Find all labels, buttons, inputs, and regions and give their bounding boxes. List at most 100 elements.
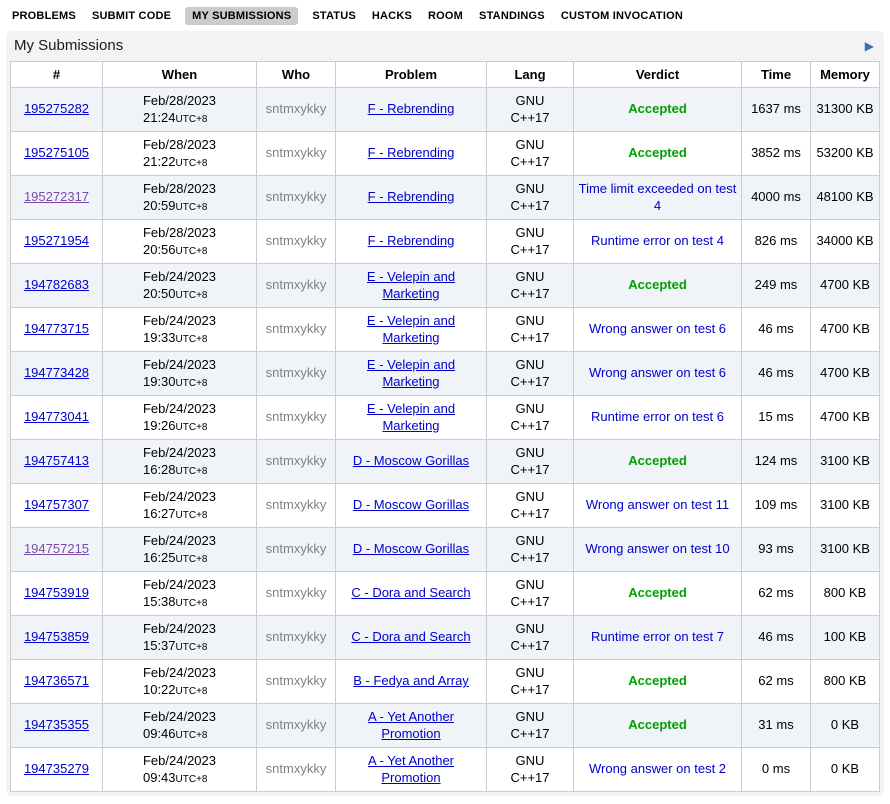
- submission-id-link[interactable]: 195275282: [24, 101, 89, 116]
- nav-item-hacks[interactable]: HACKS: [370, 7, 414, 25]
- id-cell: 194753859: [11, 616, 103, 660]
- when-cell: Feb/24/2023 15:38UTC+8: [103, 572, 257, 616]
- submission-id-link[interactable]: 194782683: [24, 277, 89, 292]
- timezone-label: UTC+8: [176, 158, 208, 169]
- lang-cell: GNU C++17: [487, 528, 574, 572]
- column-header-0: #: [11, 62, 103, 88]
- submission-id-link[interactable]: 195275105: [24, 145, 89, 160]
- problem-link[interactable]: B - Fedya and Array: [353, 673, 469, 688]
- timezone-label: UTC+8: [176, 422, 208, 433]
- user-link[interactable]: sntmxykky: [266, 277, 327, 292]
- column-header-5: Verdict: [574, 62, 742, 88]
- submission-id-link[interactable]: 194757413: [24, 453, 89, 468]
- id-cell: 194773041: [11, 396, 103, 440]
- problem-link[interactable]: E - Velepin and Marketing: [367, 313, 455, 345]
- problem-link[interactable]: A - Yet Another Promotion: [368, 753, 454, 785]
- verdict-cell: Wrong answer on test 2: [574, 748, 742, 792]
- submission-id-link[interactable]: 194753859: [24, 629, 89, 644]
- language-label: GNU C++17: [507, 357, 553, 391]
- language-label: GNU C++17: [507, 533, 553, 567]
- user-link[interactable]: sntmxykky: [266, 761, 327, 776]
- who-cell: sntmxykky: [257, 220, 336, 264]
- submission-id-link[interactable]: 194757307: [24, 497, 89, 512]
- exec-time-cell: 124 ms: [742, 440, 811, 484]
- problem-link[interactable]: F - Rebrending: [368, 101, 455, 116]
- user-link[interactable]: sntmxykky: [266, 629, 327, 644]
- verdict: Accepted: [628, 717, 687, 732]
- problem-link[interactable]: D - Moscow Gorillas: [353, 497, 469, 512]
- submission-date: Feb/24/2023: [143, 753, 216, 770]
- who-cell: sntmxykky: [257, 88, 336, 132]
- submission-id-link[interactable]: 194753919: [24, 585, 89, 600]
- user-link[interactable]: sntmxykky: [266, 409, 327, 424]
- submission-date: Feb/28/2023: [143, 93, 216, 110]
- problem-link[interactable]: A - Yet Another Promotion: [368, 709, 454, 741]
- nav-item-standings[interactable]: STANDINGS: [477, 7, 547, 25]
- memory-cell: 100 KB: [811, 616, 880, 660]
- exec-time-cell: 62 ms: [742, 572, 811, 616]
- submission-id-link[interactable]: 194735279: [24, 761, 89, 776]
- problem-link[interactable]: D - Moscow Gorillas: [353, 453, 469, 468]
- user-link[interactable]: sntmxykky: [266, 321, 327, 336]
- user-link[interactable]: sntmxykky: [266, 717, 327, 732]
- problem-link[interactable]: F - Rebrending: [368, 233, 455, 248]
- user-link[interactable]: sntmxykky: [266, 541, 327, 556]
- submission-id-link[interactable]: 195271954: [24, 233, 89, 248]
- lang-cell: GNU C++17: [487, 616, 574, 660]
- problem-cell: D - Moscow Gorillas: [336, 528, 487, 572]
- submission-time: 16:25: [143, 550, 176, 565]
- user-link[interactable]: sntmxykky: [266, 673, 327, 688]
- submission-id-link[interactable]: 194736571: [24, 673, 89, 688]
- user-link[interactable]: sntmxykky: [266, 233, 327, 248]
- exec-time-cell: 109 ms: [742, 484, 811, 528]
- problem-link[interactable]: C - Dora and Search: [351, 629, 470, 644]
- nav-item-custom-invocation[interactable]: CUSTOM INVOCATION: [559, 7, 685, 25]
- nav-item-my-submissions[interactable]: MY SUBMISSIONS: [185, 7, 298, 25]
- problem-link[interactable]: E - Velepin and Marketing: [367, 401, 455, 433]
- submission-id-link[interactable]: 194757215: [24, 541, 89, 556]
- user-link[interactable]: sntmxykky: [266, 365, 327, 380]
- submission-date: Feb/24/2023: [143, 313, 216, 330]
- user-link[interactable]: sntmxykky: [266, 497, 327, 512]
- timezone-label: UTC+8: [176, 554, 208, 565]
- user-link[interactable]: sntmxykky: [266, 145, 327, 160]
- page-title: My Submissions: [14, 37, 123, 54]
- user-link[interactable]: sntmxykky: [266, 585, 327, 600]
- table-row: 195275105 Feb/28/2023 21:22UTC+8 sntmxyk…: [11, 132, 880, 176]
- nav-item-submit-code[interactable]: SUBMIT CODE: [90, 7, 173, 25]
- problem-link[interactable]: F - Rebrending: [368, 189, 455, 204]
- timezone-label: UTC+8: [176, 378, 208, 389]
- verdict-cell: Time limit exceeded on test 4: [574, 176, 742, 220]
- submission-id-link[interactable]: 194735355: [24, 717, 89, 732]
- submission-time: 21:24: [143, 110, 176, 125]
- submission-id-link[interactable]: 194773041: [24, 409, 89, 424]
- submission-date: Feb/28/2023: [143, 137, 216, 154]
- nav-item-status[interactable]: STATUS: [310, 7, 358, 25]
- problem-link[interactable]: F - Rebrending: [368, 145, 455, 160]
- submission-id-link[interactable]: 194773428: [24, 365, 89, 380]
- problem-cell: A - Yet Another Promotion: [336, 704, 487, 748]
- nav-item-room[interactable]: ROOM: [426, 7, 465, 25]
- problem-link[interactable]: E - Velepin and Marketing: [367, 357, 455, 389]
- problem-link[interactable]: D - Moscow Gorillas: [353, 541, 469, 556]
- user-link[interactable]: sntmxykky: [266, 453, 327, 468]
- submissions-datatable: My Submissions ▶ #WhenWhoProblemLangVerd…: [6, 31, 884, 796]
- memory-cell: 48100 KB: [811, 176, 880, 220]
- user-link[interactable]: sntmxykky: [266, 101, 327, 116]
- memory-cell: 53200 KB: [811, 132, 880, 176]
- submission-id-link[interactable]: 195272317: [24, 189, 89, 204]
- memory-cell: 0 KB: [811, 748, 880, 792]
- who-cell: sntmxykky: [257, 748, 336, 792]
- problem-link[interactable]: C - Dora and Search: [351, 585, 470, 600]
- language-label: GNU C++17: [507, 269, 553, 303]
- submission-time: 20:59: [143, 198, 176, 213]
- table-row: 195275282 Feb/28/2023 21:24UTC+8 sntmxyk…: [11, 88, 880, 132]
- nav-item-problems[interactable]: PROBLEMS: [10, 7, 78, 25]
- problem-link[interactable]: E - Velepin and Marketing: [367, 269, 455, 301]
- who-cell: sntmxykky: [257, 396, 336, 440]
- collapse-arrow-icon[interactable]: ▶: [865, 40, 876, 52]
- problem-cell: F - Rebrending: [336, 176, 487, 220]
- id-cell: 195272317: [11, 176, 103, 220]
- submission-id-link[interactable]: 194773715: [24, 321, 89, 336]
- user-link[interactable]: sntmxykky: [266, 189, 327, 204]
